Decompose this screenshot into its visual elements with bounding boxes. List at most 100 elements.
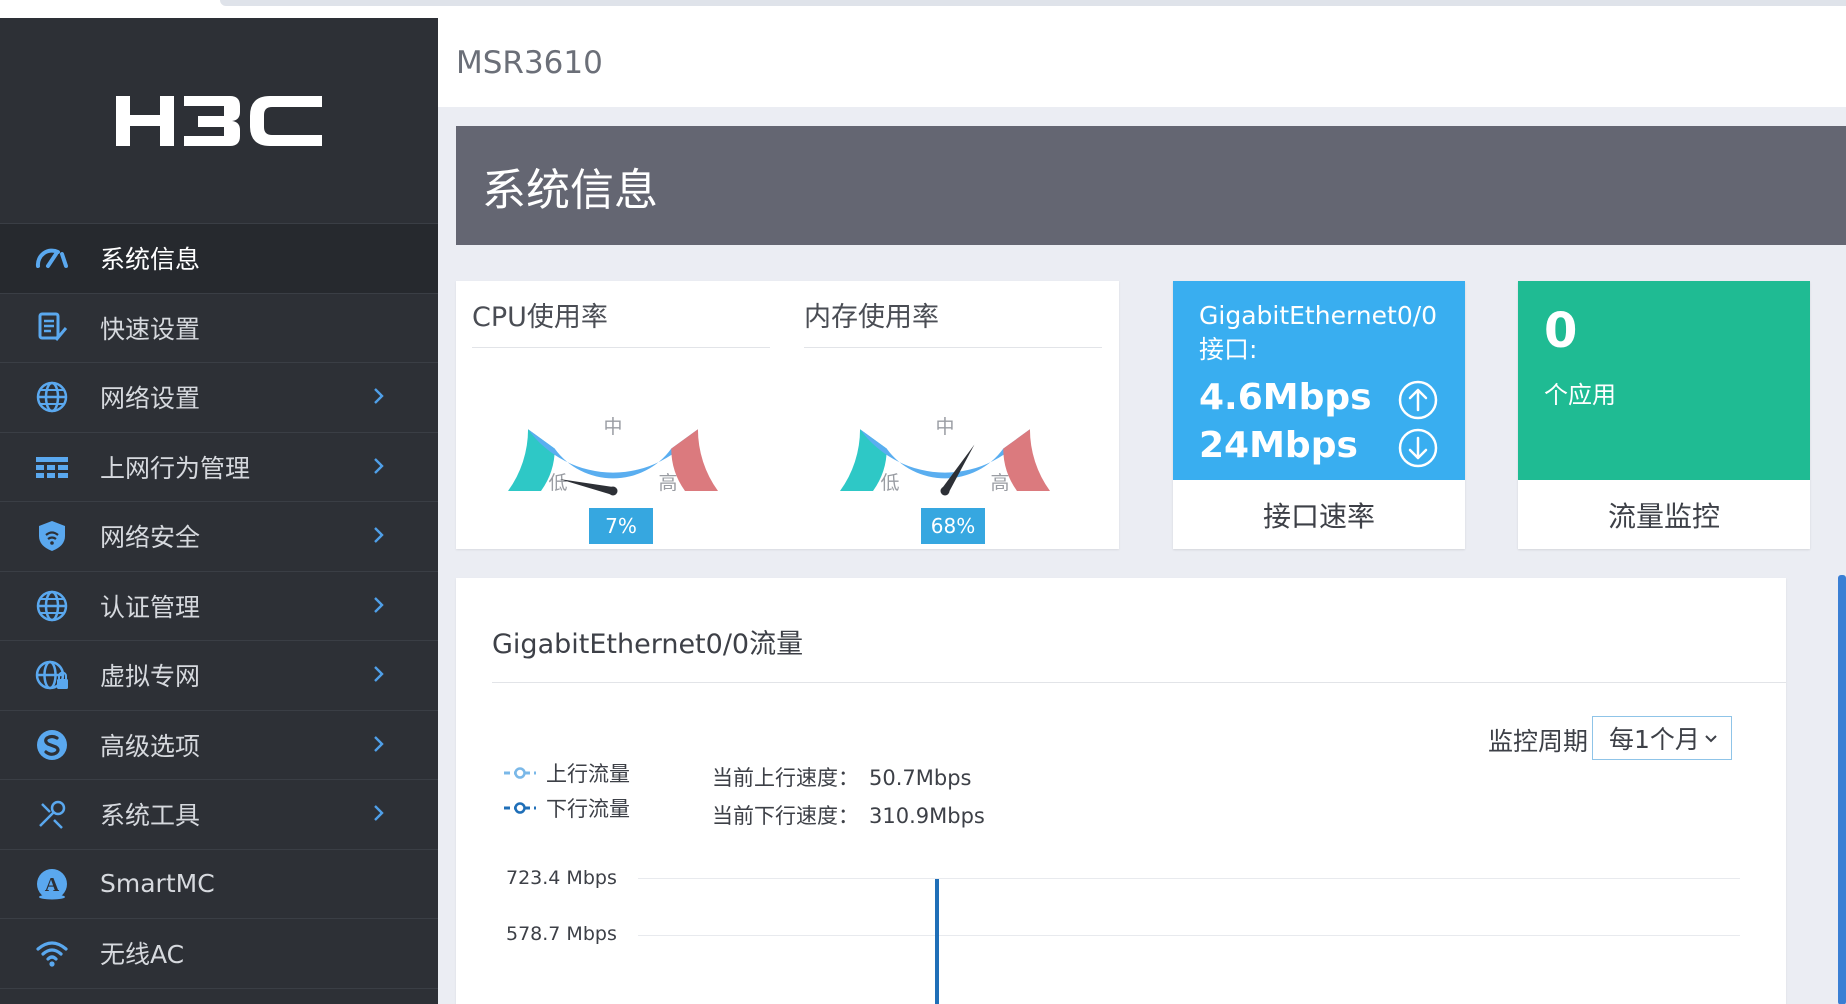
chevron-down-icon (1705, 735, 1717, 743)
cpu-gauge-title: CPU使用率 (472, 302, 608, 333)
smartmc-icon: A (32, 864, 72, 904)
sidebar-item-label: 认证管理 (100, 592, 201, 622)
shield-icon (32, 516, 72, 556)
arrow-down-circle-icon (1398, 428, 1438, 468)
sidebar-item-label: 高级选项 (100, 731, 201, 761)
cpu-value-badge: 7% (589, 508, 653, 544)
browser-top-strip (0, 0, 1846, 18)
interface-suffix: 接口: (1199, 335, 1258, 364)
sidebar-item-6[interactable]: 虚拟专网 (0, 641, 438, 711)
chevron-right-icon (368, 385, 390, 407)
interface-name: GigabitEthernet0/0 接口: (1199, 299, 1437, 367)
wifi-icon (32, 933, 72, 973)
period-select-value: 每1个月 (1609, 725, 1700, 754)
dashboard-icon (32, 238, 72, 278)
arrow-up-circle-icon (1398, 380, 1438, 420)
download-rate: 24Mbps (1199, 425, 1358, 466)
sidebar-nav: 系统信息快速设置网络设置上网行为管理 网络安全认证管理虚拟专网高级选项系统工具 A S… (0, 224, 438, 989)
chevron-right-icon (368, 733, 390, 755)
quick-setup-icon (32, 308, 72, 348)
cpu-gauge-high-label: 高 (658, 472, 677, 494)
svg-text:A: A (45, 874, 60, 896)
sidebar-item-label: 网络设置 (100, 384, 201, 414)
sidebar-item-label: 快速设置 (100, 314, 201, 344)
cpu-gauge-high-band (671, 429, 718, 491)
cpu-gauge-dial: 低 中高 (508, 416, 718, 496)
sidebar-item-0[interactable]: 系统信息 (0, 224, 438, 294)
app-count: 0 (1544, 303, 1578, 359)
chevron-right-icon (368, 455, 390, 477)
period-label: 监控周期 (1488, 727, 1589, 756)
sidebar: 系统信息快速设置网络设置上网行为管理 网络安全认证管理虚拟专网高级选项系统工具 A S… (0, 18, 438, 1004)
main-content: MSR3610 系统信息 CPU使用率 低 中高 7% 内存使用率 低 中高 68%… (438, 18, 1846, 1004)
sidebar-item-label: 系统工具 (100, 801, 201, 831)
sidebar-item-label: 上网行为管理 (100, 453, 251, 483)
interface-id: GigabitEthernet0/0 (1199, 301, 1438, 330)
sidebar-item-3[interactable]: 上网行为管理 (0, 433, 438, 502)
sidebar-item-7[interactable]: 高级选项 (0, 711, 438, 780)
globe-icon (32, 586, 72, 626)
grid-line (638, 935, 1740, 936)
h3c-logo (116, 95, 322, 146)
legend-down-marker-icon (504, 802, 536, 814)
memory-gauge-low-label: 低 (880, 472, 899, 494)
current-upload-value: 50.7Mbps (869, 766, 972, 790)
sidebar-item-1[interactable]: 快速设置 (0, 294, 438, 363)
traffic-monitor-link[interactable]: 流量监控 (1518, 480, 1810, 549)
sidebar-item-5[interactable]: 认证管理 (0, 572, 438, 641)
cpu-gauge: CPU使用率 低 中高 7% (472, 281, 772, 549)
legend-up-marker-icon (504, 767, 536, 779)
sidebar-item-10[interactable]: 无线AC (0, 919, 438, 989)
legend-upload[interactable]: 上行流量 (504, 758, 630, 788)
memory-gauge: 内存使用率 低 中高 68% (804, 281, 1104, 549)
cpu-gauge-low-label: 低 (548, 472, 567, 494)
memory-gauge-needle-hub (940, 486, 950, 496)
legend-download[interactable]: 下行流量 (504, 793, 630, 823)
interface-rate-tile[interactable]: GigabitEthernet0/0 接口: 4.6Mbps 24Mbps 接口… (1173, 281, 1465, 549)
interface-rate-link[interactable]: 接口速率 (1173, 480, 1465, 549)
memory-value-badge: 68% (921, 508, 985, 544)
period-select[interactable]: 每1个月 (1592, 716, 1732, 760)
chevron-right-icon (368, 594, 390, 616)
y-tick-label: 578.7 Mbps (506, 923, 617, 945)
chevron-right-icon (368, 524, 390, 546)
memory-gauge-mid-label: 中 (935, 416, 954, 438)
y-tick-label: 723.4 Mbps (506, 867, 617, 889)
device-name: MSR3610 (456, 44, 603, 81)
usage-gauges-card: CPU使用率 低 中高 7% 内存使用率 低 中高 68% (456, 281, 1119, 549)
sidebar-item-8[interactable]: 系统工具 (0, 780, 438, 850)
current-download-value: 310.9Mbps (869, 804, 985, 828)
cpu-gauge-mid-label: 中 (603, 416, 622, 438)
vpn-globe-icon (32, 655, 72, 695)
sidebar-item-label: 网络安全 (100, 523, 201, 553)
chevron-right-icon (368, 802, 390, 824)
sidebar-item-4[interactable]: 网络安全 (0, 502, 438, 572)
legend-upload-label: 上行流量 (546, 762, 630, 786)
cpu-gauge-needle-hub (608, 486, 618, 496)
current-upload-label: 当前上行速度： (712, 766, 859, 790)
sidebar-item-label: SmartMC (100, 869, 215, 899)
sidebar-item-9[interactable]: A SmartMC (0, 850, 438, 919)
interface-traffic-panel: GigabitEthernet0/0流量 监控周期 每1个月 上行流量 下行流量… (456, 578, 1786, 1004)
divider (804, 347, 1102, 348)
browser-bar (220, 0, 1846, 6)
current-download-speed: 当前下行速度： 310.9Mbps (712, 800, 985, 830)
memory-gauge-needle (941, 444, 975, 494)
memory-gauge-high-label: 高 (990, 472, 1009, 494)
page-scrollbar[interactable] (1838, 575, 1846, 1004)
traffic-title: GigabitEthernet0/0流量 (492, 629, 804, 660)
traffic-monitor-tile[interactable]: 0 个应用 流量监控 (1518, 281, 1810, 549)
logo-area (0, 18, 438, 224)
app-count-label: 个应用 (1544, 381, 1616, 409)
download-traffic-spike (935, 879, 939, 1004)
sidebar-item-2[interactable]: 网络设置 (0, 363, 438, 433)
page-title: 系统信息 (482, 165, 658, 216)
sidebar-item-label: 系统信息 (100, 245, 201, 275)
sidebar-item-label: 无线AC (100, 940, 185, 970)
behavior-icon (32, 447, 72, 487)
current-upload-speed: 当前上行速度： 50.7Mbps (712, 762, 971, 792)
divider (472, 347, 770, 348)
divider (492, 682, 1786, 683)
memory-gauge-title: 内存使用率 (804, 302, 939, 333)
traffic-monitor-tile-top: 0 个应用 (1518, 281, 1810, 480)
